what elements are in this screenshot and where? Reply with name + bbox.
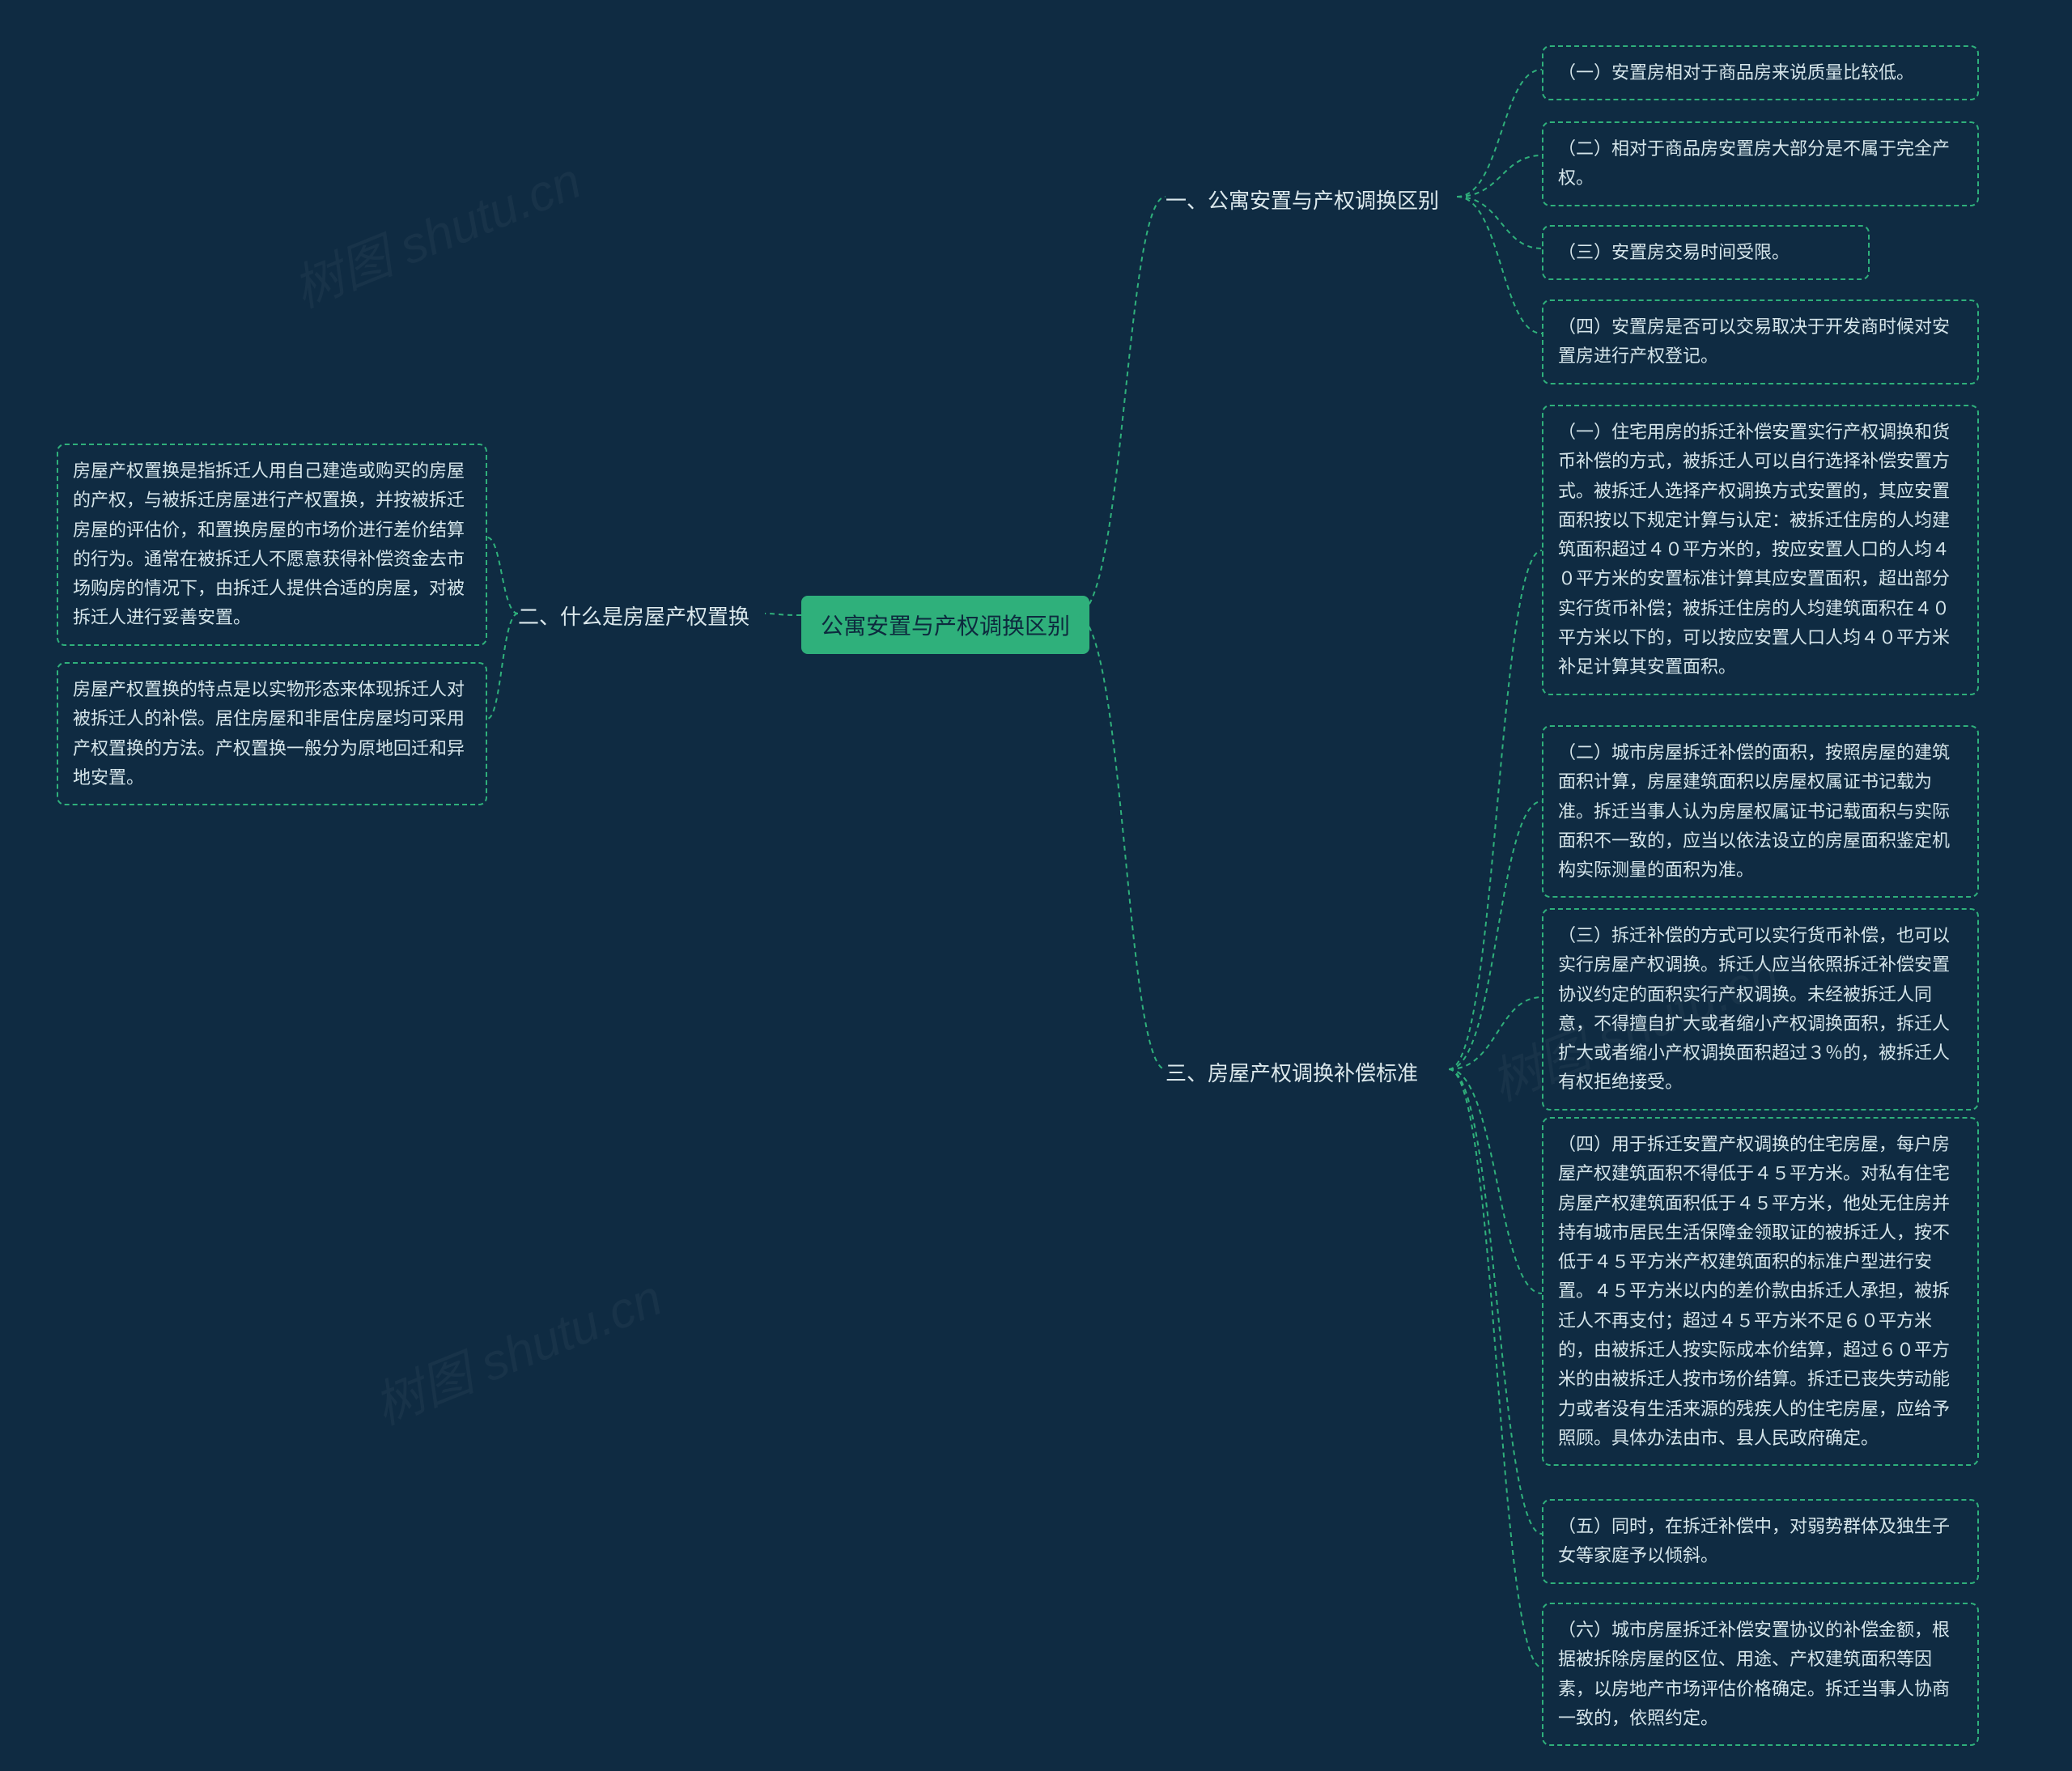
branch-3-leaf-2: （二）城市房屋拆迁补偿的面积，按照房屋的建筑面积计算，房屋建筑面积以房屋权属证书… [1542, 725, 1979, 898]
branch-2-leaf-1: 房屋产权置换是指拆迁人用自己建造或购买的房屋的产权，与被拆迁房屋进行产权置换，并… [57, 444, 487, 646]
leaf-text: 房屋产权置换的特点是以实物形态来体现拆迁人对被拆迁人的补偿。居住房屋和非居住房屋… [73, 679, 465, 788]
branch-3-leaf-5: （五）同时，在拆迁补偿中，对弱势群体及独生子女等家庭予以倾斜。 [1542, 1499, 1979, 1584]
leaf-text: （三）安置房交易时间受限。 [1558, 242, 1790, 262]
branch-3-leaf-4: （四）用于拆迁安置产权调换的住宅房屋，每户房屋产权建筑面积不得低于４５平方米。对… [1542, 1117, 1979, 1466]
leaf-text: （四）安置房是否可以交易取决于开发商时候对安置房进行产权登记。 [1558, 316, 1950, 366]
branch-1-leaf-2: （二）相对于商品房安置房大部分是不属于完全产权。 [1542, 121, 1979, 206]
branch-1[interactable]: 一、公寓安置与产权调换区别 [1166, 185, 1439, 214]
leaf-text: （一）住宅用房的拆迁补偿安置实行产权调换和货币补偿的方式，被拆迁人可以自行选择补… [1558, 422, 1950, 677]
branch-3-leaf-1: （一）住宅用房的拆迁补偿安置实行产权调换和货币补偿的方式，被拆迁人可以自行选择补… [1542, 405, 1979, 695]
branch-1-title: 一、公寓安置与产权调换区别 [1166, 189, 1439, 213]
branch-1-leaf-3: （三）安置房交易时间受限。 [1542, 225, 1870, 280]
mindmap-root[interactable]: 公寓安置与产权调换区别 [801, 596, 1089, 654]
branch-1-leaf-4: （四）安置房是否可以交易取决于开发商时候对安置房进行产权登记。 [1542, 299, 1979, 384]
branch-2[interactable]: 二、什么是房屋产权置换 [518, 601, 749, 631]
branch-3-title: 三、房屋产权调换补偿标准 [1166, 1061, 1418, 1085]
leaf-text: （一）安置房相对于商品房来说质量比较低。 [1558, 62, 1914, 83]
branch-1-leaf-1: （一）安置房相对于商品房来说质量比较低。 [1542, 45, 1979, 100]
leaf-text: （四）用于拆迁安置产权调换的住宅房屋，每户房屋产权建筑面积不得低于４５平方米。对… [1558, 1134, 1950, 1448]
leaf-text: （三）拆迁补偿的方式可以实行货币补偿，也可以实行房屋产权调换。拆迁人应当依照拆迁… [1558, 925, 1950, 1092]
branch-2-title: 二、什么是房屋产权置换 [518, 605, 749, 629]
leaf-text: （二）相对于商品房安置房大部分是不属于完全产权。 [1558, 138, 1950, 188]
branch-3[interactable]: 三、房屋产权调换补偿标准 [1166, 1057, 1418, 1087]
branch-3-leaf-6: （六）城市房屋拆迁补偿安置协议的补偿金额，根据被拆除房屋的区位、用途、产权建筑面… [1542, 1603, 1979, 1746]
branch-2-leaf-2: 房屋产权置换的特点是以实物形态来体现拆迁人对被拆迁人的补偿。居住房屋和非居住房屋… [57, 662, 487, 805]
leaf-text: （六）城市房屋拆迁补偿安置协议的补偿金额，根据被拆除房屋的区位、用途、产权建筑面… [1558, 1620, 1950, 1728]
watermark: 树图 shutu.cn [281, 140, 590, 321]
leaf-text: （二）城市房屋拆迁补偿的面积，按照房屋的建筑面积计算，房屋建筑面积以房屋权属证书… [1558, 742, 1950, 880]
branch-3-leaf-3: （三）拆迁补偿的方式可以实行货币补偿，也可以实行房屋产权调换。拆迁人应当依照拆迁… [1542, 908, 1979, 1111]
leaf-text: （五）同时，在拆迁补偿中，对弱势群体及独生子女等家庭予以倾斜。 [1558, 1516, 1950, 1565]
watermark: 树图 shutu.cn [362, 1257, 671, 1438]
root-title: 公寓安置与产权调换区别 [821, 614, 1070, 639]
leaf-text: 房屋产权置换是指拆迁人用自己建造或购买的房屋的产权，与被拆迁房屋进行产权置换，并… [73, 461, 465, 627]
